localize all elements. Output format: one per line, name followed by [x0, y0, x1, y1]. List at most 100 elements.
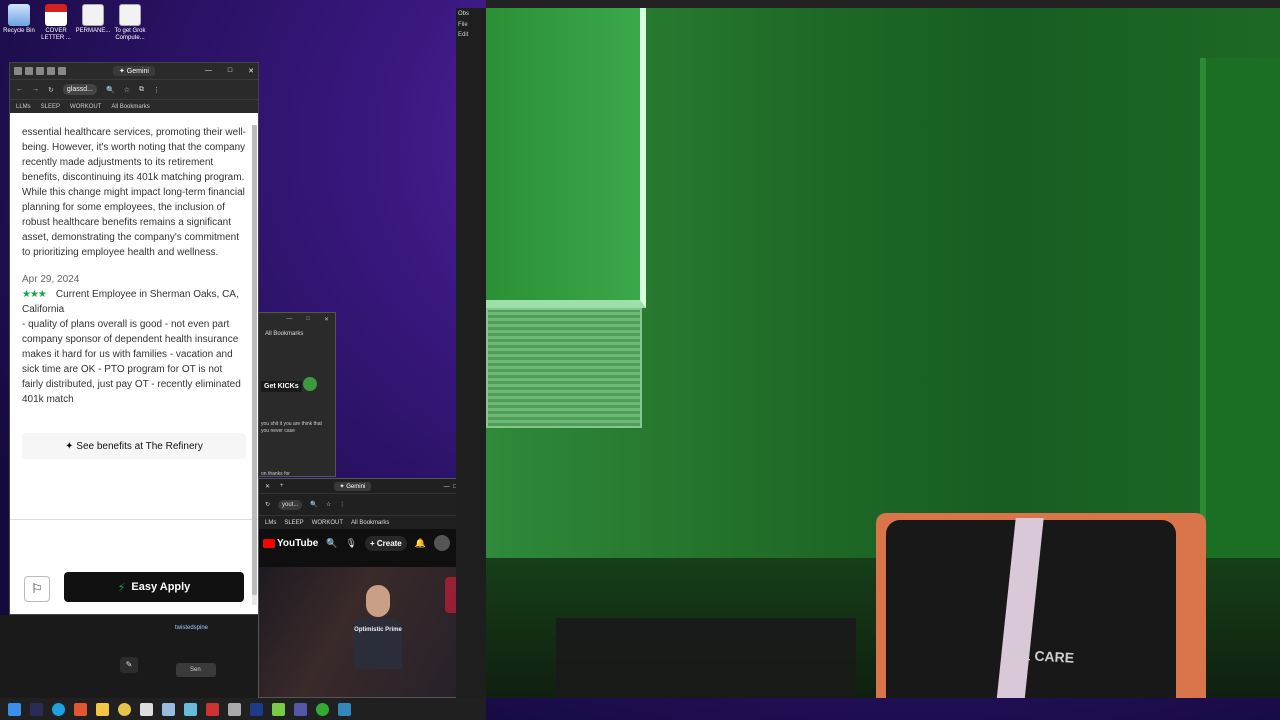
desktop-icon-permanent[interactable]: PERMANE...: [74, 4, 112, 35]
chat-message: you shit it you are think that you never…: [261, 421, 322, 434]
desktop-icon-cover-letter[interactable]: COVER LETTER ...: [37, 4, 75, 42]
browser-window-youtube[interactable]: ✕ + ✦ Gemini — □ ✕ ↻ yout... 🔍 ☆ ⋮ LMs S…: [258, 478, 472, 698]
lightning-icon: ⚡: [117, 581, 126, 594]
zoom-icon[interactable]: 🔍: [310, 501, 317, 508]
easy-apply-button[interactable]: ⚡ Easy Apply: [64, 572, 244, 602]
chat-panel: twistedspine ✎ Sen: [0, 615, 258, 700]
address-bar[interactable]: yout...: [278, 499, 303, 510]
edit-icon[interactable]: ✎: [120, 657, 138, 673]
bookmark-all[interactable]: All Bookmarks: [259, 327, 335, 341]
obs-window[interactable]: Obs File Edit: [456, 8, 486, 698]
desktop-icon-grok[interactable]: To get Grok Compute...: [111, 4, 149, 42]
pdf-icon: [45, 4, 67, 26]
close-tab-icon[interactable]: ✕: [265, 483, 270, 490]
new-tab-icon[interactable]: +: [280, 483, 284, 489]
bookmark-llms[interactable]: LMs: [265, 520, 276, 526]
tab[interactable]: [36, 67, 44, 75]
chat-username: twistedspine: [175, 625, 209, 631]
menu-file[interactable]: File: [456, 20, 486, 30]
taskbar-app-icon[interactable]: [74, 702, 87, 716]
tab[interactable]: [58, 67, 66, 75]
desktop-icon-label: To get Grok Compute...: [114, 28, 146, 41]
chrome-icon[interactable]: [118, 702, 131, 716]
menu-icon[interactable]: ⋮: [153, 86, 160, 94]
desktop-icon-label: Recycle Bin: [3, 28, 35, 34]
bookmarks-bar: LLMs SLEEP WORKOUT All Bookmarks: [10, 99, 258, 113]
reload-icon[interactable]: ↻: [48, 86, 54, 94]
bookmark-sleep[interactable]: SLEEP: [41, 104, 60, 110]
bell-icon[interactable]: 🔔: [415, 538, 426, 549]
desktop-icon-recycle-bin[interactable]: Recycle Bin: [0, 4, 38, 35]
youtube-logo-text: YouTube: [277, 537, 319, 549]
menu-edit[interactable]: Edit: [456, 30, 486, 40]
recycle-bin-icon: [8, 4, 30, 26]
reload-icon[interactable]: ↻: [265, 501, 270, 508]
review-text: - quality of plans overall is good - not…: [22, 319, 241, 405]
tab[interactable]: [25, 67, 33, 75]
youtube-logo[interactable]: YouTube: [263, 538, 318, 549]
review-text: essential healthcare services, promoting…: [22, 127, 246, 258]
menu-icon[interactable]: ⋮: [339, 501, 345, 508]
taskbar-app-icon[interactable]: [184, 702, 197, 716]
floor-mat: [556, 618, 856, 698]
document-icon[interactable]: [140, 702, 153, 716]
document-icon: [82, 4, 104, 26]
photoshop-icon[interactable]: [250, 702, 263, 716]
star-icon[interactable]: ☆: [124, 86, 130, 94]
room-door: [1200, 58, 1280, 618]
forward-icon[interactable]: →: [32, 86, 39, 93]
bookmark-llms[interactable]: LLMs: [16, 104, 31, 110]
extensions-icon[interactable]: ⧉: [139, 86, 144, 94]
browser-toolbar: ↻ yout... 🔍 ☆ ⋮: [259, 493, 471, 515]
minimize-icon[interactable]: —: [205, 67, 212, 75]
start-icon[interactable]: [8, 702, 21, 716]
bookmark-all[interactable]: All Bookmarks: [351, 520, 389, 526]
bookmark-workout[interactable]: WORKOUT: [312, 520, 343, 526]
see-benefits-button[interactable]: ✦ See benefits at The Refinery: [22, 433, 246, 459]
zoom-icon[interactable]: 🔍: [106, 86, 115, 94]
tab-gemini[interactable]: ✦ Gemini: [333, 481, 372, 491]
back-icon[interactable]: ←: [16, 86, 23, 93]
taskbar-app-icon[interactable]: [272, 702, 285, 716]
create-button[interactable]: + Create: [364, 535, 407, 551]
bookmarks-bar: LMs SLEEP WORKOUT All Bookmarks: [259, 515, 471, 529]
address-bar[interactable]: glassd...: [62, 84, 97, 95]
scrollbar-thumb[interactable]: [252, 125, 257, 595]
see-benefits-label: See benefits at The Refinery: [76, 440, 203, 452]
settings-icon[interactable]: [228, 702, 241, 716]
taskbar-app-icon[interactable]: [294, 702, 307, 716]
tab[interactable]: [14, 67, 22, 75]
bookmark-all[interactable]: All Bookmarks: [111, 104, 149, 110]
folder-icon[interactable]: [96, 702, 109, 716]
close-icon[interactable]: ✕: [248, 67, 254, 75]
window-controls: — □ ✕: [205, 67, 254, 75]
cushion-logo: T & CARE: [1007, 646, 1075, 666]
bookmark-workout[interactable]: WORKOUT: [70, 104, 101, 110]
search-icon[interactable]: 🔍: [326, 538, 337, 549]
bookmark-icon: ⚐: [31, 581, 43, 596]
taskbar: [0, 698, 486, 720]
video-player[interactable]: Optimistic Prime: [259, 567, 471, 697]
apply-footer: ⚐ ⚡ Easy Apply: [10, 519, 258, 614]
get-kicks-button[interactable]: Get KICKs: [261, 381, 302, 392]
taskbar-app-icon[interactable]: [206, 702, 219, 716]
browser-window-glassdoor[interactable]: ✦ Gemini — □ ✕ ← → ↻ glassd... 🔍 ☆ ⧉ ⋮ L…: [9, 62, 259, 615]
camera-feed: T & CARE: [486, 8, 1280, 698]
star-icon[interactable]: ☆: [326, 501, 331, 508]
bookmark-save-button[interactable]: ⚐: [24, 576, 50, 602]
taskbar-app-icon[interactable]: [316, 702, 329, 716]
send-button[interactable]: Sen: [176, 663, 216, 677]
edge-icon[interactable]: [52, 702, 65, 716]
bookmark-sleep[interactable]: SLEEP: [284, 520, 303, 526]
tab[interactable]: [47, 67, 55, 75]
microphone-icon[interactable]: 🎙: [346, 538, 357, 549]
tab-gemini[interactable]: ✦ Gemini: [113, 66, 155, 76]
document-icon: [119, 4, 141, 26]
background-browser-window[interactable]: — □ ✕ All Bookmarks Get KICKs you shit it …: [258, 312, 336, 477]
taskbar-app-icon[interactable]: [338, 702, 351, 716]
maximize-icon[interactable]: □: [228, 67, 232, 75]
taskbar-app-icon[interactable]: [30, 702, 43, 716]
taskbar-app-icon[interactable]: [162, 702, 175, 716]
avatar[interactable]: [433, 535, 450, 551]
obs-title: Obs: [458, 11, 470, 17]
